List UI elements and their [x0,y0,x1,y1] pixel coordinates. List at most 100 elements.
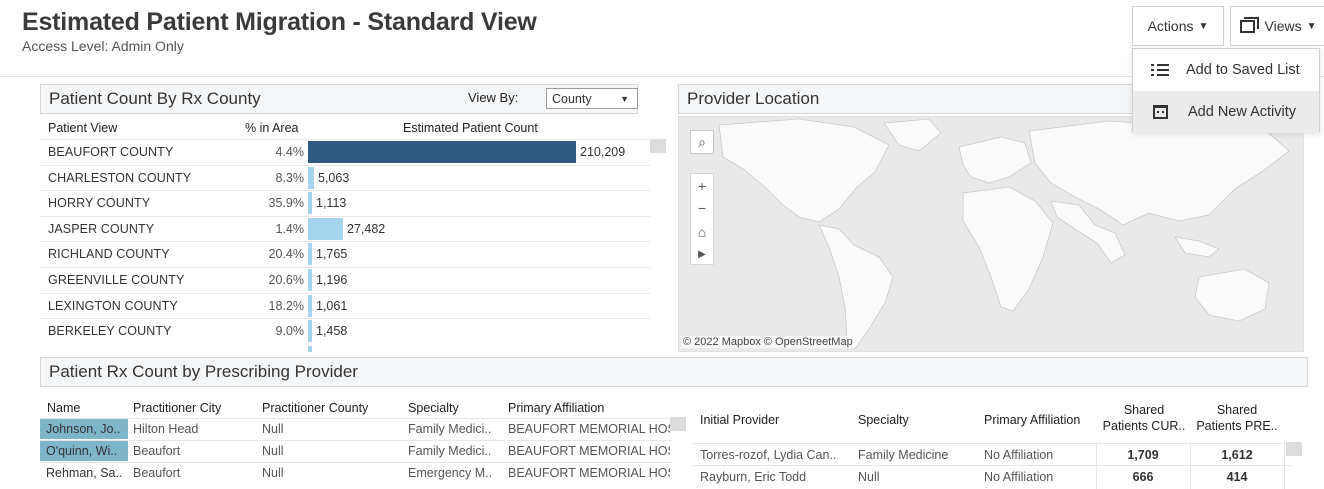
county-name: CHARLESTON COUNTY [48,170,192,185]
practitioner-county: Null [262,422,284,436]
initial-provider[interactable]: Torres-rozof, Lydia Can.. [700,448,836,462]
table-row[interactable]: BEAUFORT COUNTY 4.4% 210,209 [40,139,650,165]
table-row[interactable]: Johnson, Jo.. Hilton Head Null Family Medic… [40,418,672,439]
table-row[interactable]: GREENVILLE COUNTY 20.6% 1,196 [40,266,650,293]
count-bar[interactable] [308,141,576,163]
pct-in-area: 20.6% [268,272,304,287]
actions-button[interactable]: Actions ▼ [1132,6,1224,46]
col-header-specialty[interactable]: Specialty [858,413,909,427]
windows-icon [1239,16,1259,33]
col-header-primary-affiliation[interactable]: Primary Affiliation [508,401,604,415]
col-header-shared-patients-pre[interactable]: Patients PRE.. [1192,419,1282,433]
table-row[interactable]: LEXINGTON COUNTY 18.2% 1,061 [40,292,650,319]
initial-provider[interactable]: Rayburn, Eric Todd [700,470,806,484]
table-row[interactable]: BERKELEY COUNTY 9.0% 1,458 [40,318,650,344]
count-label: 1,113 [316,196,347,211]
zoom-in-icon[interactable]: + [690,176,714,196]
county-name: BEAUFORT COUNTY [48,145,174,159]
col-header-name[interactable]: Name [47,401,80,415]
page-header: Estimated Patient Migration - Standard V… [22,8,537,54]
col-header-practitioner-county[interactable]: Practitioner County [262,401,368,415]
header-divider [0,76,1324,77]
col-header-estimated-count[interactable]: Estimated Patient Count [403,121,538,135]
pct-in-area: 1.4% [275,221,305,236]
practitioner-city: Beaufort [133,444,181,458]
count-bar[interactable] [308,268,312,291]
col-header-patient-view[interactable]: Patient View [48,121,117,135]
count-label: 1,458 [316,324,348,339]
panel-title-text: Provider Location [687,89,820,108]
table-row[interactable]: HORRY COUNTY 35.9% 1,113 [40,190,650,216]
menu-item-add-new-activity[interactable]: Add New Activity [1133,91,1319,133]
calendar-icon [1153,105,1168,119]
specialty: Family Medici.. [408,444,492,458]
table-row[interactable]: RICHLAND COUNTY 20.4% 1,765 [40,241,650,267]
count-label: 1,196 [316,272,348,287]
col-header-shared-patients-cur[interactable]: Patients CUR.. [1099,419,1189,433]
col-header-practitioner-city[interactable]: Practitioner City [133,401,221,415]
table-row[interactable]: O'quinn, Wi.. Beaufort Null Family Medici..… [40,440,672,461]
panel-title-text: Patient Rx Count by Prescribing Provider [49,362,358,381]
table-row[interactable]: CHARLESTON COUNTY 8.3% 5,063 [40,164,650,191]
scrollbar[interactable] [1286,442,1302,456]
count-bar[interactable] [308,294,312,317]
table-row[interactable]: JASPER COUNTY 1.4% 27,482 [40,215,650,242]
search-icon[interactable]: ⌕ [690,130,714,154]
practitioner-city: Beaufort [133,466,181,480]
county-name: JASPER COUNTY [48,221,155,236]
page-subtitle: Access Level: Admin Only [22,38,184,54]
primary-affiliation: No Affiliation [984,470,1054,484]
world-map [718,118,1290,350]
scrollbar[interactable] [670,417,686,431]
count-bar[interactable] [308,243,312,266]
column-divider [1190,443,1191,489]
play-icon[interactable]: ▶ [690,246,714,264]
specialty: Null [858,470,880,484]
shared-patients-cur: 666 [1132,470,1154,484]
count-bar[interactable] [308,166,314,189]
county-name: GREENVILLE COUNTY [48,272,185,287]
home-icon[interactable]: ⌂ [690,222,714,242]
specialty: Emergency M.. [408,466,493,480]
provider-map[interactable] [678,116,1304,352]
pct-in-area: 9.0% [275,324,305,339]
count-bar[interactable] [308,192,312,215]
column-divider [1284,443,1285,489]
shared-patients-pre: 414 [1226,470,1248,484]
provider-name[interactable]: Johnson, Jo.. [40,419,128,439]
pct-in-area: 18.2% [268,298,304,313]
table-row[interactable]: Rayburn, Eric Todd Null No Affiliation 666 4… [692,465,1292,487]
county-name: RICHLAND COUNTY [48,247,170,262]
col-header-initial-provider[interactable]: Initial Provider [700,413,779,427]
count-bar[interactable] [308,217,343,240]
primary-affiliation: BEAUFORT MEMORIAL HOS [508,444,670,458]
list-icon [1151,63,1169,77]
count-label: 1,765 [316,247,348,262]
specialty: Family Medici.. [408,422,492,436]
practitioner-county: Null [262,444,284,458]
views-button[interactable]: Views ▼ [1230,6,1324,46]
partial-row [308,346,353,352]
col-header-pct-in-area[interactable]: % in Area [245,121,299,135]
map-attribution[interactable]: © 2022 Mapbox © OpenStreetMap [681,336,855,348]
col-header-shared-cur-top: Shared [1123,403,1165,417]
page-title: Estimated Patient Migration - Standard V… [22,8,537,36]
view-by-select[interactable]: County ▼ [546,88,638,109]
provider-name[interactable]: Rehman, Sa.. [40,463,128,483]
provider-name[interactable]: O'quinn, Wi.. [40,441,128,461]
caret-down-icon: ▼ [1306,20,1317,32]
menu-item-add-to-saved-list[interactable]: Add to Saved List [1133,49,1319,91]
scrollbar[interactable] [650,139,666,153]
table-row[interactable]: Rehman, Sa.. Beaufort Null Emergency M.. BEA… [40,462,672,483]
pct-in-area: 8.3% [275,170,305,185]
rx-provider-panel-title: Patient Rx Count by Prescribing Provider [40,357,1308,387]
count-bar[interactable] [308,320,312,343]
zoom-out-icon[interactable]: − [690,198,714,218]
view-by-value: County [552,91,592,106]
pct-in-area: 20.4% [268,247,304,262]
table-row[interactable]: Torres-rozof, Lydia Can.. Family Medicine… [692,443,1292,465]
shared-patients-cur: 1,709 [1127,448,1159,462]
col-header-specialty[interactable]: Specialty [408,401,459,415]
county-table: BEAUFORT COUNTY 4.4% 210,209 CHARLESTON COU… [40,139,650,344]
col-header-primary-affiliation[interactable]: Primary Affiliation [984,413,1080,427]
